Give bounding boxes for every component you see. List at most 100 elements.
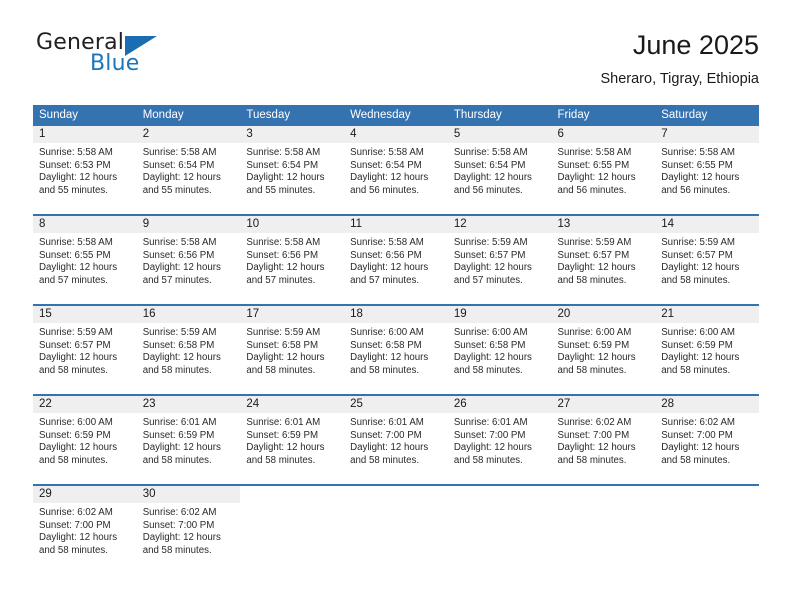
daylight-duration-line1: Daylight: 12 hours	[350, 172, 429, 184]
column-header-saturday: Saturday	[655, 105, 759, 126]
calendar-week-row: 1 Sunrise: 5:58 AM Sunset: 6:53 PM Daylight…	[33, 126, 759, 215]
page-header: General Blue June 2025 Sheraro, Tigray, …	[33, 28, 759, 98]
sunset-time: Sunset: 6:55 PM	[557, 159, 630, 171]
day-cell-content: 18 Sunrise: 6:00 AM Sunset: 6:58 PM Dayligh…	[344, 306, 448, 394]
sunrise-time: Sunrise: 5:59 AM	[142, 327, 217, 338]
calendar-day-cell[interactable]: 13 Sunrise: 5:59 AM Sunset: 6:57 PM Dayligh…	[551, 214, 656, 305]
day-sun-info: Sunrise: 6:02 AM Sunset: 7:00 PM Daylight:…	[137, 503, 241, 557]
calendar-day-cell[interactable]: 14 Sunrise: 5:59 AM Sunset: 6:57 PM Dayligh…	[655, 214, 759, 305]
calendar-day-cell[interactable]: 19 Sunrise: 6:00 AM Sunset: 6:58 PM Dayligh…	[447, 304, 552, 395]
calendar-day-cell[interactable]: 27 Sunrise: 6:02 AM Sunset: 7:00 PM Dayligh…	[551, 394, 656, 485]
daylight-duration-line1: Daylight: 12 hours	[661, 442, 740, 454]
day-number: 15	[33, 306, 137, 323]
daylight-duration-line2: and 55 minutes.	[39, 184, 108, 196]
calendar-day-cell[interactable]: 6 Sunrise: 5:58 AM Sunset: 6:55 PM Daylight…	[551, 126, 656, 215]
sunrise-time: Sunrise: 6:00 AM	[661, 327, 735, 338]
sunset-time: Sunset: 6:58 PM	[142, 339, 215, 351]
calendar-day-cell[interactable]: 8 Sunrise: 5:58 AM Sunset: 6:55 PM Daylight…	[33, 214, 137, 305]
day-cell-content: 14 Sunrise: 5:59 AM Sunset: 6:57 PM Dayligh…	[655, 216, 759, 304]
daylight-duration-line2: and 58 minutes.	[142, 544, 212, 556]
calendar-day-cell[interactable]: 18 Sunrise: 6:00 AM Sunset: 6:58 PM Dayligh…	[344, 304, 448, 395]
calendar-day-cell[interactable]: 28 Sunrise: 6:02 AM Sunset: 7:00 PM Dayligh…	[655, 394, 759, 485]
calendar-day-cell[interactable]: 20 Sunrise: 6:00 AM Sunset: 6:59 PM Dayligh…	[551, 304, 656, 395]
calendar-day-cell[interactable]: 30 Sunrise: 6:02 AM Sunset: 7:00 PM Dayligh…	[136, 484, 241, 574]
day-sun-info: Sunrise: 5:58 AM Sunset: 6:55 PM Daylight:…	[33, 233, 137, 287]
day-cell-content: 22 Sunrise: 6:00 AM Sunset: 6:59 PM Dayligh…	[33, 396, 137, 484]
sunset-time: Sunset: 7:00 PM	[39, 519, 111, 531]
calendar-day-cell[interactable]: 2 Sunrise: 5:58 AM Sunset: 6:54 PM Daylight…	[136, 126, 241, 215]
day-cell-content: 9 Sunrise: 5:58 AM Sunset: 6:56 PM Daylight…	[136, 216, 241, 304]
general-blue-logo[interactable]: General Blue	[33, 28, 263, 88]
page-title: June 2025	[632, 30, 759, 60]
daylight-duration-line1: Daylight: 12 hours	[661, 172, 740, 184]
calendar-day-cell[interactable]: 7 Sunrise: 5:58 AM Sunset: 6:55 PM Daylight…	[655, 126, 759, 215]
calendar-day-cell[interactable]: 21 Sunrise: 6:00 AM Sunset: 6:59 PM Dayligh…	[655, 304, 759, 395]
day-sun-info: Sunrise: 6:00 AM Sunset: 6:58 PM Daylight:…	[448, 323, 552, 377]
column-header-friday: Friday	[551, 105, 656, 126]
column-header-wednesday: Wednesday	[344, 105, 448, 126]
calendar-day-cell[interactable]: 5 Sunrise: 5:58 AM Sunset: 6:54 PM Daylight…	[447, 126, 552, 215]
day-sun-info: Sunrise: 6:01 AM Sunset: 7:00 PM Daylight:…	[448, 413, 552, 467]
calendar-day-cell[interactable]: 17 Sunrise: 5:59 AM Sunset: 6:58 PM Dayligh…	[240, 304, 345, 395]
calendar-day-cell[interactable]: 3 Sunrise: 5:58 AM Sunset: 6:54 PM Daylight…	[240, 126, 345, 215]
calendar-day-cell[interactable]: 4 Sunrise: 5:58 AM Sunset: 6:54 PM Daylight…	[344, 126, 448, 215]
calendar-day-cell	[447, 484, 552, 574]
daylight-duration-line2: and 58 minutes.	[661, 364, 731, 376]
sunset-time: Sunset: 6:57 PM	[661, 249, 733, 261]
calendar-day-cell	[655, 484, 759, 574]
day-number: 13	[551, 216, 656, 233]
daylight-duration-line1: Daylight: 12 hours	[557, 262, 636, 274]
daylight-duration-line2: and 58 minutes.	[246, 454, 316, 466]
day-cell-content: 17 Sunrise: 5:59 AM Sunset: 6:58 PM Dayligh…	[240, 306, 345, 394]
day-number: 14	[655, 216, 759, 233]
calendar-day-cell[interactable]: 24 Sunrise: 6:01 AM Sunset: 6:59 PM Dayligh…	[240, 394, 345, 485]
day-number: 12	[447, 216, 552, 233]
sunrise-time: Sunrise: 5:58 AM	[557, 147, 632, 158]
day-number: 28	[655, 396, 759, 413]
sunrise-time: Sunrise: 6:00 AM	[350, 327, 424, 338]
day-cell-content: 15 Sunrise: 5:59 AM Sunset: 6:57 PM Dayligh…	[33, 306, 137, 394]
daylight-duration-line1: Daylight: 12 hours	[246, 442, 325, 454]
sunrise-time: Sunrise: 6:02 AM	[661, 417, 735, 428]
calendar-day-cell[interactable]: 25 Sunrise: 6:01 AM Sunset: 7:00 PM Dayligh…	[344, 394, 448, 485]
calendar-day-cell[interactable]: 10 Sunrise: 5:58 AM Sunset: 6:56 PM Dayligh…	[240, 214, 345, 305]
day-sun-info: Sunrise: 5:58 AM Sunset: 6:54 PM Daylight:…	[344, 143, 448, 197]
calendar-day-cell[interactable]: 11 Sunrise: 5:58 AM Sunset: 6:56 PM Dayligh…	[344, 214, 448, 305]
sunrise-time: Sunrise: 6:00 AM	[557, 327, 632, 338]
column-header-sunday: Sunday	[33, 105, 137, 126]
calendar-day-cell[interactable]: 9 Sunrise: 5:58 AM Sunset: 6:56 PM Daylight…	[136, 214, 241, 305]
sunrise-time: Sunrise: 5:58 AM	[350, 237, 424, 248]
day-number: 21	[655, 306, 759, 323]
calendar-day-cell[interactable]: 12 Sunrise: 5:59 AM Sunset: 6:57 PM Dayligh…	[447, 214, 552, 305]
day-sun-info: Sunrise: 6:00 AM Sunset: 6:58 PM Daylight:…	[344, 323, 448, 377]
day-cell-content: 11 Sunrise: 5:58 AM Sunset: 6:56 PM Dayligh…	[344, 216, 448, 304]
daylight-duration-line2: and 58 minutes.	[39, 364, 108, 376]
day-sun-info: Sunrise: 5:58 AM Sunset: 6:54 PM Daylight:…	[137, 143, 241, 197]
day-cell-content: 1 Sunrise: 5:58 AM Sunset: 6:53 PM Daylight…	[33, 126, 137, 214]
logo-text-blue: Blue	[90, 51, 140, 76]
calendar-day-cell[interactable]: 15 Sunrise: 5:59 AM Sunset: 6:57 PM Dayligh…	[33, 304, 137, 395]
calendar-day-cell[interactable]: 23 Sunrise: 6:01 AM Sunset: 6:59 PM Dayligh…	[136, 394, 241, 485]
calendar-day-cell[interactable]: 29 Sunrise: 6:02 AM Sunset: 7:00 PM Dayligh…	[33, 484, 137, 574]
calendar-day-cell[interactable]: 16 Sunrise: 5:59 AM Sunset: 6:58 PM Dayligh…	[136, 304, 241, 395]
day-cell-content: 23 Sunrise: 6:01 AM Sunset: 6:59 PM Dayligh…	[136, 396, 241, 484]
sunset-time: Sunset: 6:59 PM	[39, 429, 111, 441]
sunrise-time: Sunrise: 6:01 AM	[142, 417, 217, 428]
calendar-day-cell[interactable]: 22 Sunrise: 6:00 AM Sunset: 6:59 PM Dayligh…	[33, 394, 137, 485]
calendar-day-cell[interactable]: 26 Sunrise: 6:01 AM Sunset: 7:00 PM Dayligh…	[447, 394, 552, 485]
day-sun-info: Sunrise: 5:58 AM Sunset: 6:53 PM Daylight:…	[33, 143, 137, 197]
daylight-duration-line2: and 58 minutes.	[557, 274, 627, 286]
daylight-duration-line2: and 58 minutes.	[350, 454, 420, 466]
sunset-time: Sunset: 6:59 PM	[661, 339, 733, 351]
day-number: 3	[240, 126, 345, 143]
day-cell-content	[552, 486, 656, 574]
column-header-monday: Monday	[136, 105, 241, 126]
day-cell-content	[344, 486, 448, 574]
daylight-duration-line2: and 57 minutes.	[350, 274, 420, 286]
day-cell-content: 5 Sunrise: 5:58 AM Sunset: 6:54 PM Daylight…	[447, 126, 552, 214]
calendar-day-cell[interactable]: 1 Sunrise: 5:58 AM Sunset: 6:53 PM Daylight…	[33, 126, 137, 215]
daylight-duration-line1: Daylight: 12 hours	[39, 442, 118, 454]
day-cell-content: 10 Sunrise: 5:58 AM Sunset: 6:56 PM Dayligh…	[240, 216, 345, 304]
daylight-duration-line2: and 57 minutes.	[142, 274, 212, 286]
day-sun-info: Sunrise: 5:59 AM Sunset: 6:57 PM Daylight:…	[655, 233, 759, 287]
